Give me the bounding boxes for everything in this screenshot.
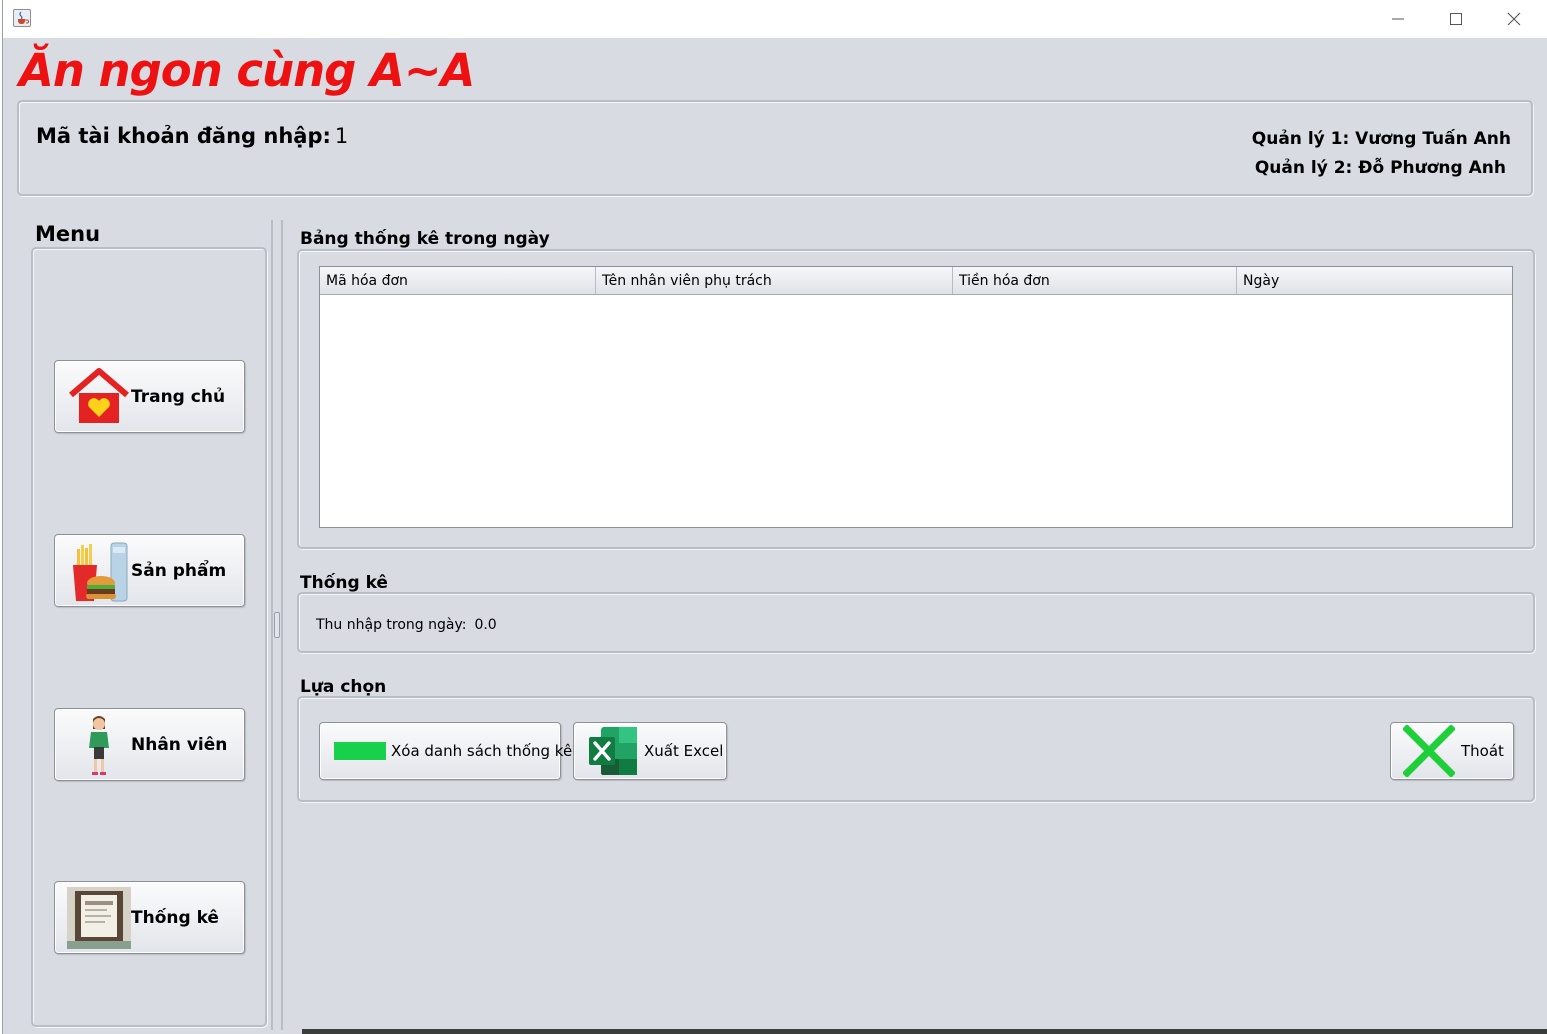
account-value: 1 bbox=[334, 124, 349, 148]
employee-icon bbox=[67, 713, 131, 777]
home-heart-icon bbox=[67, 365, 131, 429]
home-button[interactable]: Trang chủ bbox=[54, 360, 245, 433]
brand-title: Ăn ngon cùng A~A bbox=[19, 44, 475, 97]
fastfood-icon bbox=[67, 539, 131, 603]
table-header: Mã hóa đơn Tên nhân viên phụ trách Tiền … bbox=[320, 267, 1512, 295]
minimize-button[interactable] bbox=[1369, 0, 1427, 38]
account-label: Mã tài khoản đăng nhập: bbox=[36, 124, 331, 148]
green-bar-icon bbox=[334, 742, 386, 760]
close-icon bbox=[1507, 12, 1521, 26]
stats-title: Thống kê bbox=[300, 573, 388, 593]
account-info: Mã tài khoản đăng nhập: 1 bbox=[36, 124, 348, 148]
exit-button[interactable]: Thoát bbox=[1390, 722, 1514, 780]
export-excel-button[interactable]: Xuất Excel bbox=[573, 722, 727, 780]
close-button[interactable] bbox=[1485, 0, 1543, 38]
column-header-date[interactable]: Ngày bbox=[1237, 267, 1512, 294]
app-window: Ăn ngon cùng A~A Mã tài khoản đăng nhập:… bbox=[2, 0, 1547, 1034]
column-header-invoice-id[interactable]: Mã hóa đơn bbox=[320, 267, 596, 294]
staff-button-label: Nhân viên bbox=[131, 734, 228, 755]
daily-table-title: Bảng thống kê trong ngày bbox=[300, 229, 550, 249]
daily-income: Thu nhập trong ngày: 0.0 bbox=[316, 617, 497, 633]
green-x-icon bbox=[1403, 725, 1455, 777]
split-pane-grip[interactable] bbox=[274, 612, 280, 638]
maximize-icon bbox=[1450, 13, 1462, 25]
java-cup-icon[interactable] bbox=[13, 9, 31, 27]
manager-2-label: Quản lý 2: Đỗ Phương Anh bbox=[1254, 158, 1506, 178]
income-value: 0.0 bbox=[474, 617, 497, 633]
home-button-label: Trang chủ bbox=[131, 386, 226, 407]
excel-icon bbox=[587, 725, 639, 777]
column-header-staff-name[interactable]: Tên nhân viên phụ trách bbox=[596, 267, 953, 294]
statistics-button-label: Thống kê bbox=[131, 907, 219, 928]
title-bar bbox=[3, 0, 1547, 38]
menu-title: Menu bbox=[35, 222, 101, 246]
maximize-button[interactable] bbox=[1427, 0, 1485, 38]
column-header-invoice-amount[interactable]: Tiền hóa đơn bbox=[953, 267, 1237, 294]
statistics-photo-icon bbox=[67, 886, 131, 950]
minimize-icon bbox=[1392, 18, 1404, 20]
daily-statistics-table[interactable]: Mã hóa đơn Tên nhân viên phụ trách Tiền … bbox=[319, 266, 1513, 528]
statistics-button[interactable]: Thống kê bbox=[54, 881, 245, 954]
manager-1-label: Quản lý 1: Vương Tuấn Anh bbox=[1251, 129, 1511, 149]
staff-button[interactable]: Nhân viên bbox=[54, 708, 245, 781]
export-excel-label: Xuất Excel bbox=[644, 742, 724, 760]
clear-statistics-button[interactable]: Xóa danh sách thống kê bbox=[319, 722, 572, 780]
clear-statistics-label: Xóa danh sách thống kê bbox=[391, 742, 573, 760]
products-button-label: Sản phẩm bbox=[131, 560, 227, 581]
choices-title: Lựa chọn bbox=[300, 677, 387, 697]
taskbar-edge bbox=[302, 1029, 1547, 1034]
products-button[interactable]: Sản phẩm bbox=[54, 534, 245, 607]
exit-label: Thoát bbox=[1461, 742, 1504, 760]
income-label: Thu nhập trong ngày: bbox=[316, 617, 467, 633]
